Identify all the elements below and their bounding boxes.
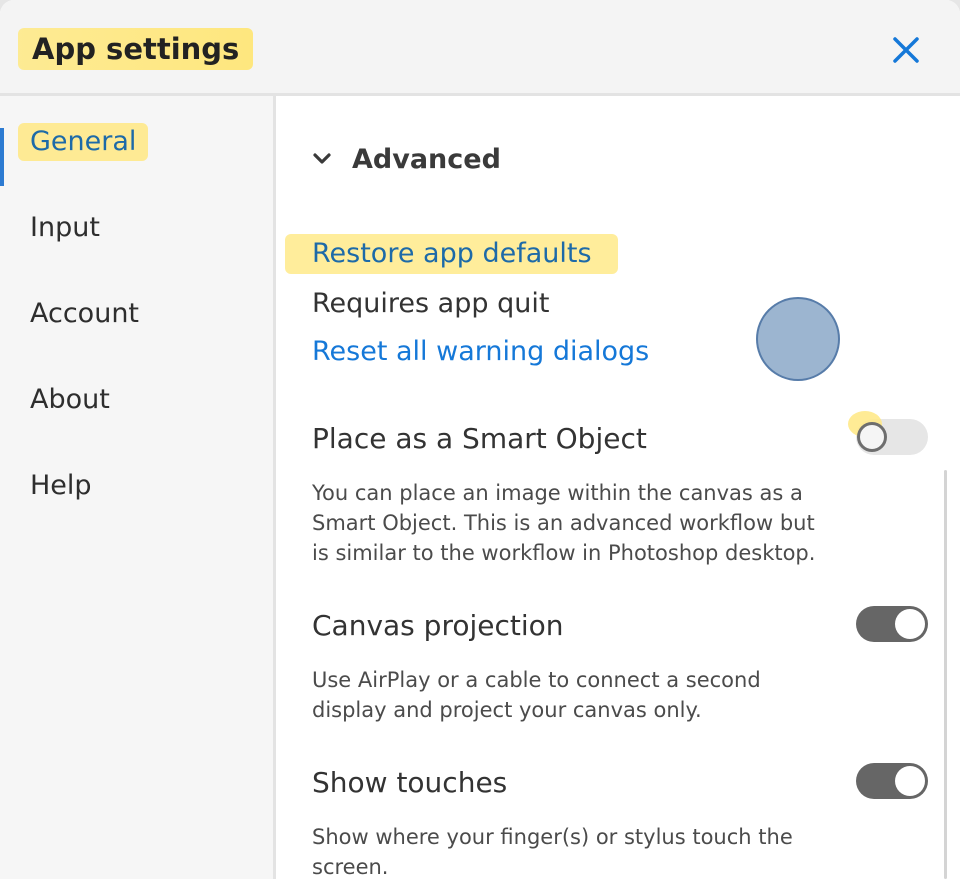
sidebar-item-label: About	[30, 384, 110, 415]
close-icon	[893, 37, 919, 63]
smart-object-toggle[interactable]	[848, 411, 928, 455]
settings-content: Advanced Restore app defaults Requires a…	[279, 96, 960, 879]
close-button[interactable]	[884, 28, 928, 72]
settings-sidebar: General Input Account About Help	[0, 96, 276, 879]
toggle-knob	[895, 609, 925, 639]
sidebar-item-label: Input	[30, 212, 100, 243]
show-touches-title: Show touches	[312, 766, 508, 799]
canvas-projection-toggle[interactable]	[856, 606, 928, 642]
sidebar-item-label: Account	[30, 298, 140, 329]
chevron-down-icon	[313, 153, 331, 164]
toggle-knob	[895, 766, 925, 796]
canvas-projection-description: Use AirPlay or a cable to connect a seco…	[312, 668, 761, 722]
app-settings-dialog: App settings General Input Account About…	[0, 0, 960, 879]
sidebar-item-label: Help	[30, 470, 92, 501]
sidebar-item-account[interactable]: Account	[0, 286, 273, 342]
show-touches-description: Show where your finger(s) or stylus touc…	[312, 825, 793, 879]
canvas-projection-title: Canvas projection	[312, 609, 564, 642]
touch-indicator	[756, 297, 840, 381]
restore-note: Requires app quit	[312, 288, 550, 319]
sidebar-item-input[interactable]: Input	[0, 200, 273, 256]
smart-object-description: You can place an image within the canvas…	[312, 481, 816, 565]
sidebar-item-label: General	[18, 123, 149, 161]
smart-object-title: Place as a Smart Object	[312, 422, 647, 455]
content-scrollbar[interactable]	[944, 470, 947, 879]
toggle-knob	[857, 422, 887, 452]
sidebar-item-general[interactable]: General	[0, 114, 273, 186]
sidebar-item-about[interactable]: About	[0, 372, 273, 428]
sidebar-item-help[interactable]: Help	[0, 458, 273, 514]
reset-warning-dialogs-link[interactable]: Reset all warning dialogs	[312, 332, 649, 372]
page-title: App settings	[18, 28, 254, 70]
restore-app-defaults-link[interactable]: Restore app defaults	[285, 234, 618, 274]
section-title: Advanced	[352, 144, 501, 175]
show-touches-toggle[interactable]	[856, 763, 928, 799]
dialog-header: App settings	[0, 0, 960, 96]
